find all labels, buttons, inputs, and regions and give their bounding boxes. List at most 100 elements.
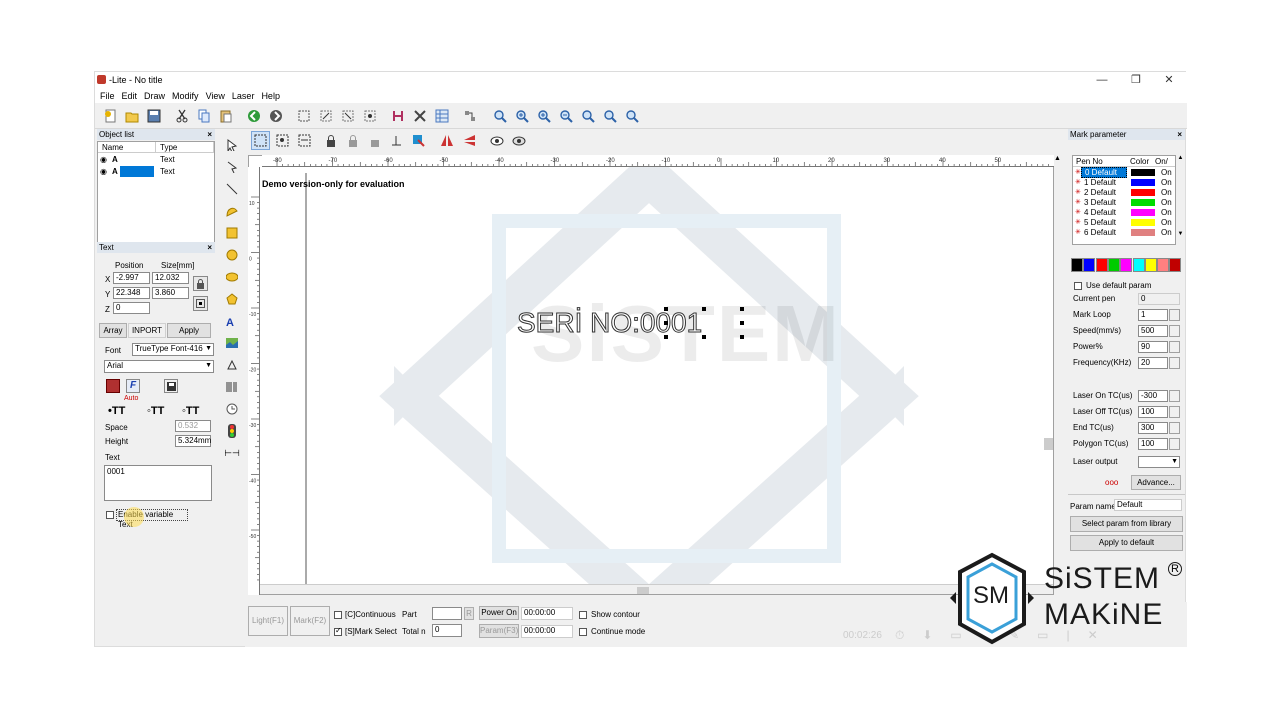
copy-icon[interactable] (195, 107, 212, 124)
lock-object-icon[interactable] (321, 131, 340, 150)
param-name-field[interactable]: Default (1114, 499, 1182, 511)
column-color[interactable]: Color (1127, 157, 1153, 166)
barcode-icon[interactable] (224, 379, 240, 395)
end-tc-spinner[interactable] (1169, 422, 1180, 434)
palette-swatch[interactable] (1120, 258, 1133, 272)
laser-off-spinner[interactable] (1169, 406, 1180, 418)
fill-icon[interactable] (409, 131, 428, 150)
save-icon[interactable] (164, 379, 178, 393)
close-icon[interactable]: × (1177, 129, 1182, 140)
unlock-all-icon[interactable] (365, 131, 384, 150)
z-position-field[interactable]: 0 (113, 302, 150, 314)
y-position-field[interactable]: 22.348 (113, 287, 150, 299)
new-file-icon[interactable] (101, 107, 118, 124)
speed-field[interactable]: 500 (1138, 325, 1168, 337)
zoom-in-icon[interactable] (513, 107, 530, 124)
pen-row[interactable]: ✳ 0 Default On (1073, 166, 1175, 178)
select-param-button[interactable]: Select param from library (1070, 516, 1183, 532)
zoom-in-2-icon[interactable] (535, 107, 552, 124)
pen-row[interactable]: ✳ 2 Default On (1073, 187, 1175, 197)
pen-list-scrollbar[interactable]: ▲ ▼ (1176, 155, 1185, 245)
pen-row[interactable]: ✳ 1 Default On (1073, 177, 1175, 187)
select-nodes-icon[interactable] (295, 107, 312, 124)
inport-button[interactable]: INPORT (128, 323, 166, 338)
end-tc-field[interactable]: 300 (1138, 422, 1168, 434)
pen-row[interactable]: ✳ 3 Default On (1073, 197, 1175, 207)
paste-icon[interactable] (217, 107, 234, 124)
pen-row[interactable]: ✳ 6 Default On (1073, 227, 1175, 237)
input-port-icon[interactable] (224, 423, 240, 439)
column-type[interactable]: Type (156, 142, 214, 152)
list-item[interactable]: ◉ A Text (98, 153, 214, 165)
power-field[interactable]: 90 (1138, 341, 1168, 353)
close-icon[interactable]: × (207, 129, 212, 140)
zoom-selected-icon[interactable] (601, 107, 618, 124)
advance-button[interactable]: Advance... (1131, 475, 1181, 490)
font-format-icon[interactable]: F (126, 379, 140, 393)
horizontal-scrollbar[interactable]: ‹ (249, 584, 1053, 594)
align-icon[interactable] (461, 107, 478, 124)
show-all-eye-icon[interactable] (509, 131, 528, 150)
space-field[interactable]: 0.532 (175, 420, 211, 432)
speed-spinner[interactable] (1169, 325, 1180, 337)
timer-icon[interactable] (224, 401, 240, 417)
ungroup-icon[interactable] (339, 107, 356, 124)
polygon-tc-field[interactable]: 100 (1138, 438, 1168, 450)
x-size-field[interactable]: 12.032 (152, 272, 189, 284)
tools-icon[interactable] (411, 107, 428, 124)
laser-off-field[interactable]: 100 (1138, 406, 1168, 418)
minimize-button[interactable]: — (1085, 72, 1119, 89)
edit-nodes-icon[interactable] (387, 131, 406, 150)
use-default-param-checkbox[interactable] (1074, 282, 1082, 290)
node-edit-icon[interactable] (224, 159, 240, 175)
close-button[interactable]: ✕ (1152, 72, 1186, 89)
close-icon[interactable]: × (207, 242, 212, 253)
list-item-selected[interactable]: ◉ A Text (98, 165, 214, 177)
text-align-right-radio[interactable]: ◦TT (182, 405, 199, 417)
eye-icon[interactable]: ◉ (98, 167, 108, 176)
text-content-input[interactable]: 0001 (104, 465, 212, 501)
zoom-out-icon[interactable] (557, 107, 574, 124)
polygon-tc-spinner[interactable] (1169, 438, 1180, 450)
menu-edit[interactable]: Edit (122, 89, 138, 103)
font-type-select[interactable]: TrueType Font-416 ▼ (132, 343, 214, 356)
back-icon[interactable] (245, 107, 262, 124)
table-icon[interactable] (433, 107, 450, 124)
apply-to-default-button[interactable]: Apply to default (1070, 535, 1183, 551)
polygon-icon[interactable] (224, 291, 240, 307)
pen-row[interactable]: ✳ 4 Default On (1073, 207, 1175, 217)
palette-swatch[interactable] (1071, 258, 1083, 272)
menu-file[interactable]: File (100, 89, 115, 103)
reset-part-button[interactable]: R (464, 607, 474, 620)
palette-swatch[interactable] (1107, 258, 1120, 272)
menu-modify[interactable]: Modify (172, 89, 199, 103)
ellipse-icon[interactable] (224, 269, 240, 285)
mark-loop-field[interactable]: 1 (1138, 309, 1168, 321)
palette-swatch[interactable] (1144, 258, 1157, 272)
zoom-page-icon[interactable] (623, 107, 640, 124)
column-pen-no[interactable]: Pen No (1073, 157, 1127, 166)
anchor-grid-icon[interactable] (193, 296, 208, 311)
preview-eye-icon[interactable] (487, 131, 506, 150)
power-spinner[interactable] (1169, 341, 1180, 353)
column-name[interactable]: Name (98, 142, 156, 152)
laser-output-select[interactable]: ▼ (1138, 456, 1180, 468)
bitmap-icon[interactable] (224, 335, 240, 351)
show-contour-checkbox[interactable] (579, 611, 587, 619)
palette-swatch[interactable] (1083, 258, 1096, 272)
palette-swatch[interactable] (1157, 258, 1170, 272)
maximize-button[interactable]: ❐ (1119, 72, 1153, 89)
menu-help[interactable]: Help (261, 89, 280, 103)
frequency-field[interactable]: 20 (1138, 357, 1168, 369)
eye-icon[interactable]: ◉ (98, 155, 108, 164)
vertical-scroll-thumb[interactable] (1044, 438, 1053, 450)
save-icon[interactable] (145, 107, 162, 124)
frequency-spinner[interactable] (1169, 357, 1180, 369)
group-icon[interactable] (317, 107, 334, 124)
palette-swatch[interactable] (1132, 258, 1145, 272)
power-on-button[interactable]: Power On (479, 606, 519, 620)
font-name-select[interactable]: Arial ▼ (104, 360, 214, 373)
enable-variable-checkbox[interactable] (106, 511, 114, 519)
circle-icon[interactable] (224, 247, 240, 263)
vector-file-icon[interactable] (224, 357, 240, 373)
